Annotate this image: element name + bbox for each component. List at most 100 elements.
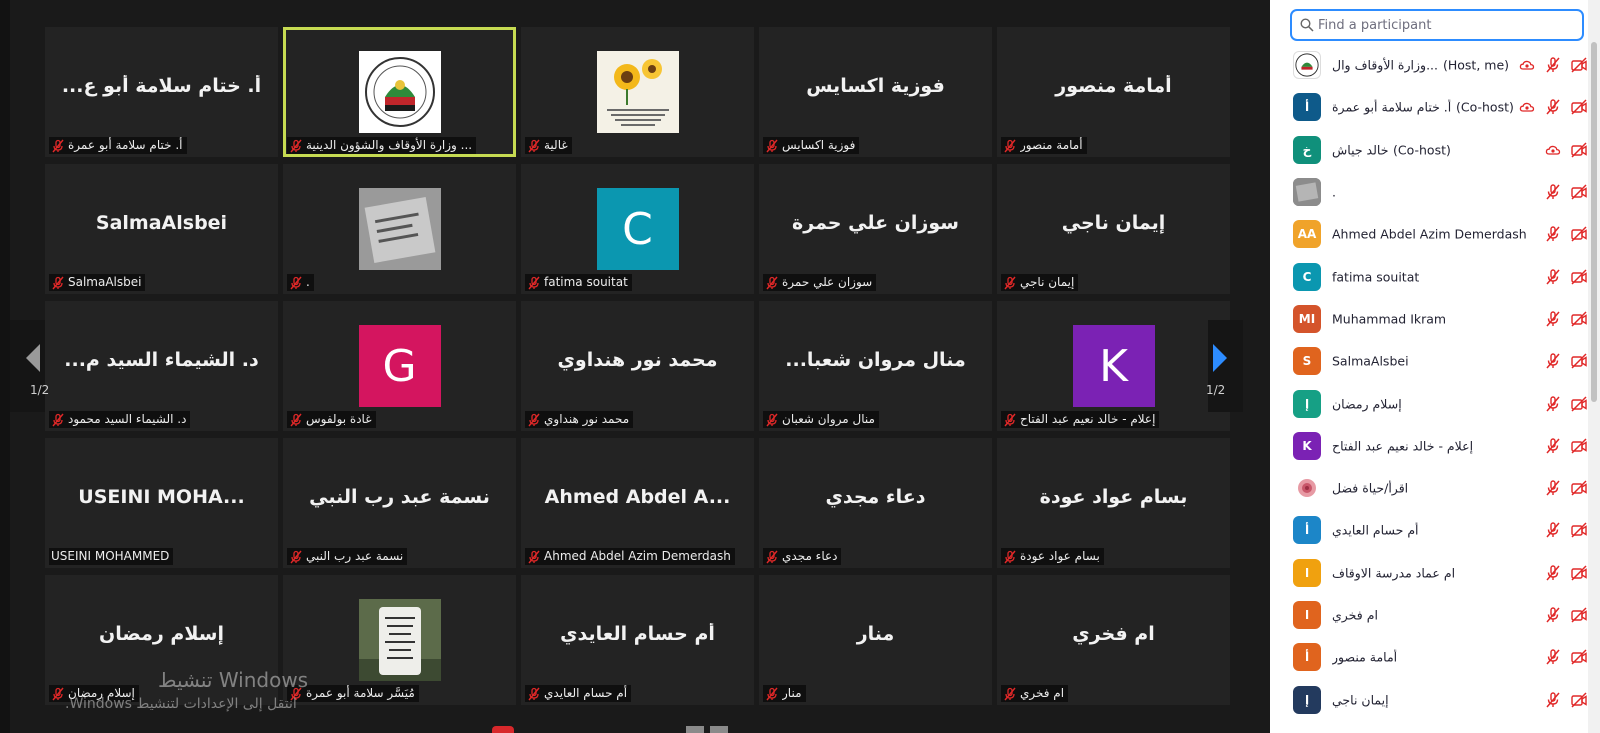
mic-muted-icon[interactable] — [1544, 225, 1562, 243]
video-off-icon[interactable] — [1570, 691, 1588, 709]
video-tile[interactable]: إيمان ناجي إيمان ناجي — [997, 164, 1230, 294]
video-tile[interactable]: Cfatima souitat — [521, 164, 754, 294]
video-tile[interactable]: USEINI MOHA... USEINI MOHAMMED — [45, 438, 278, 568]
video-off-icon[interactable] — [1570, 352, 1588, 370]
participants-panel: وزارة الأوقاف وال... (Host, me) أ أ. ختام س… — [1270, 0, 1600, 733]
participant-status-icons — [1544, 521, 1588, 539]
video-tile[interactable]: مُيَسَّر سلامة أبو عمرة — [283, 575, 516, 705]
participant-row[interactable]: ا ام عماد مدرسة الاوقاف — [1270, 552, 1588, 594]
participant-search-box[interactable] — [1290, 9, 1584, 41]
participant-status-icons — [1544, 395, 1588, 413]
video-off-icon[interactable] — [1570, 648, 1588, 666]
mic-muted-icon[interactable] — [1544, 352, 1562, 370]
video-tile[interactable]: سوزان علي حمرة سوزان علي حمرة — [759, 164, 992, 294]
video-tile[interactable]: فوزية اكسايس فوزية اكسايس — [759, 27, 992, 157]
video-tile[interactable]: ام فخري ام فخري — [997, 575, 1230, 705]
participant-name: إيمان ناجي — [1332, 692, 1389, 708]
participant-avatar: إ — [1293, 389, 1321, 418]
participant-row[interactable]: K إعلام - خالد نعيم عبد الفتاح — [1270, 425, 1588, 467]
participant-row[interactable]: Cfatima souitat — [1270, 255, 1588, 297]
tile-avatar: C — [596, 188, 679, 270]
participant-avatar: MI — [1293, 304, 1321, 333]
participant-avatar: AA — [1293, 220, 1321, 249]
participant-row[interactable]: أ أ. ختام سلامة أبو عمرة (Co-host) — [1270, 86, 1588, 128]
video-off-icon[interactable] — [1570, 225, 1588, 243]
previous-page-button[interactable] — [10, 320, 45, 412]
participant-row[interactable]: اقرأ/حياة فضل — [1270, 467, 1588, 509]
tile-display-name: منال مروان شعبا... — [785, 349, 966, 371]
video-tile[interactable]: SalmaAlsbei SalmaAlsbei — [45, 164, 278, 294]
mic-muted-icon — [1003, 413, 1017, 427]
toolbar-peek-red — [492, 726, 514, 733]
video-tile[interactable]: وزارة الأوقاف والشؤون الدينية ... — [283, 27, 516, 157]
video-tile[interactable]: غالية — [521, 27, 754, 157]
participant-row[interactable]: خ خالد جياش (Co-host) — [1270, 129, 1588, 171]
participant-search-input[interactable] — [1318, 17, 1568, 33]
left-edge-strip — [0, 0, 10, 733]
video-off-icon[interactable] — [1570, 268, 1588, 286]
video-off-icon[interactable] — [1570, 141, 1588, 159]
mic-muted-icon[interactable] — [1544, 648, 1562, 666]
participant-row[interactable]: وزارة الأوقاف وال... (Host, me) — [1270, 44, 1588, 86]
participant-avatar: ا — [1293, 558, 1321, 587]
video-tile[interactable]: بسام عواد عودة بسام عواد عودة — [997, 438, 1230, 568]
video-tile[interactable]: G غادة بولفوس — [283, 301, 516, 431]
video-tile[interactable]: أ. ختام سلامة أبو ع... أ. ختام سلامة أبو … — [45, 27, 278, 157]
tile-name-label: ام فخري — [1001, 685, 1069, 702]
participant-row[interactable]: S SalmaAlsbei — [1270, 340, 1588, 382]
participant-name: ام فخري — [1332, 607, 1378, 623]
video-off-icon[interactable] — [1570, 606, 1588, 624]
mic-muted-icon[interactable] — [1544, 98, 1562, 116]
video-tile[interactable]: محمد نور هنداوي محمد نور هنداوي — [521, 301, 754, 431]
tile-display-name: أمامة منصور — [1055, 75, 1172, 97]
mic-muted-icon[interactable] — [1544, 564, 1562, 582]
participant-avatar: C — [1293, 262, 1321, 291]
participant-status-icons — [1518, 98, 1588, 116]
mic-muted-icon[interactable] — [1544, 691, 1562, 709]
participant-row[interactable]: إ إسلام رمضان — [1270, 382, 1588, 424]
participant-status-icons — [1544, 564, 1588, 582]
video-off-icon[interactable] — [1570, 56, 1588, 74]
participant-name: . — [1332, 184, 1336, 200]
video-tile[interactable]: Ahmed Abdel A... Ahmed Abdel Azim Demerda… — [521, 438, 754, 568]
video-tile[interactable]: د. الشيماء السيد م... د. الشيماء السيد مح… — [45, 301, 278, 431]
mic-muted-icon[interactable] — [1544, 606, 1562, 624]
mic-muted-icon[interactable] — [1544, 437, 1562, 455]
video-off-icon[interactable] — [1570, 479, 1588, 497]
video-tile[interactable]: منال مروان شعبا... منال مروان شعبان — [759, 301, 992, 431]
video-tile[interactable]: . — [283, 164, 516, 294]
tile-avatar: K — [1072, 325, 1155, 407]
video-off-icon[interactable] — [1570, 310, 1588, 328]
participant-row[interactable]: أ أم حسام العايدي — [1270, 509, 1588, 551]
mic-muted-icon[interactable] — [1544, 395, 1562, 413]
participant-row[interactable]: MI Muhammad Ikram — [1270, 298, 1588, 340]
tile-name-label: أمامة منصور — [1001, 137, 1087, 154]
participant-row[interactable]: AA Ahmed Abdel Azim Demerdash — [1270, 213, 1588, 255]
video-tile[interactable]: دعاء مجدي دعاء مجدي — [759, 438, 992, 568]
mic-muted-icon[interactable] — [1544, 479, 1562, 497]
video-tile[interactable]: أم حسام العايدي أم حسام العايدي — [521, 575, 754, 705]
video-tile[interactable]: نسمة عبد رب النبي نسمة عبد رب النبي — [283, 438, 516, 568]
participant-row[interactable]: أ أمامة منصور — [1270, 636, 1588, 678]
video-off-icon[interactable] — [1570, 521, 1588, 539]
mic-muted-icon[interactable] — [1544, 310, 1562, 328]
video-tile[interactable]: منار منار — [759, 575, 992, 705]
video-tile[interactable]: K إعلام - خالد نعيم عبد الفتاح — [997, 301, 1230, 431]
video-tile[interactable]: أمامة منصور أمامة منصور — [997, 27, 1230, 157]
scrollbar-thumb[interactable] — [1591, 42, 1597, 402]
video-off-icon[interactable] — [1570, 183, 1588, 201]
video-off-icon[interactable] — [1570, 395, 1588, 413]
tile-display-name: دعاء مجدي — [825, 486, 926, 508]
video-off-icon[interactable] — [1570, 564, 1588, 582]
participant-row[interactable]: ا ام فخري — [1270, 594, 1588, 636]
participant-row[interactable]: إ إيمان ناجي — [1270, 678, 1588, 720]
next-page-button[interactable] — [1208, 320, 1243, 412]
mic-muted-icon[interactable] — [1544, 268, 1562, 286]
mic-muted-icon[interactable] — [1544, 183, 1562, 201]
mic-muted-icon[interactable] — [1544, 56, 1562, 74]
video-off-icon[interactable] — [1570, 437, 1588, 455]
mic-muted-icon[interactable] — [1544, 521, 1562, 539]
video-off-icon[interactable] — [1570, 98, 1588, 116]
participant-list-scrollbar[interactable] — [1588, 0, 1600, 733]
participant-row[interactable]: . — [1270, 171, 1588, 213]
